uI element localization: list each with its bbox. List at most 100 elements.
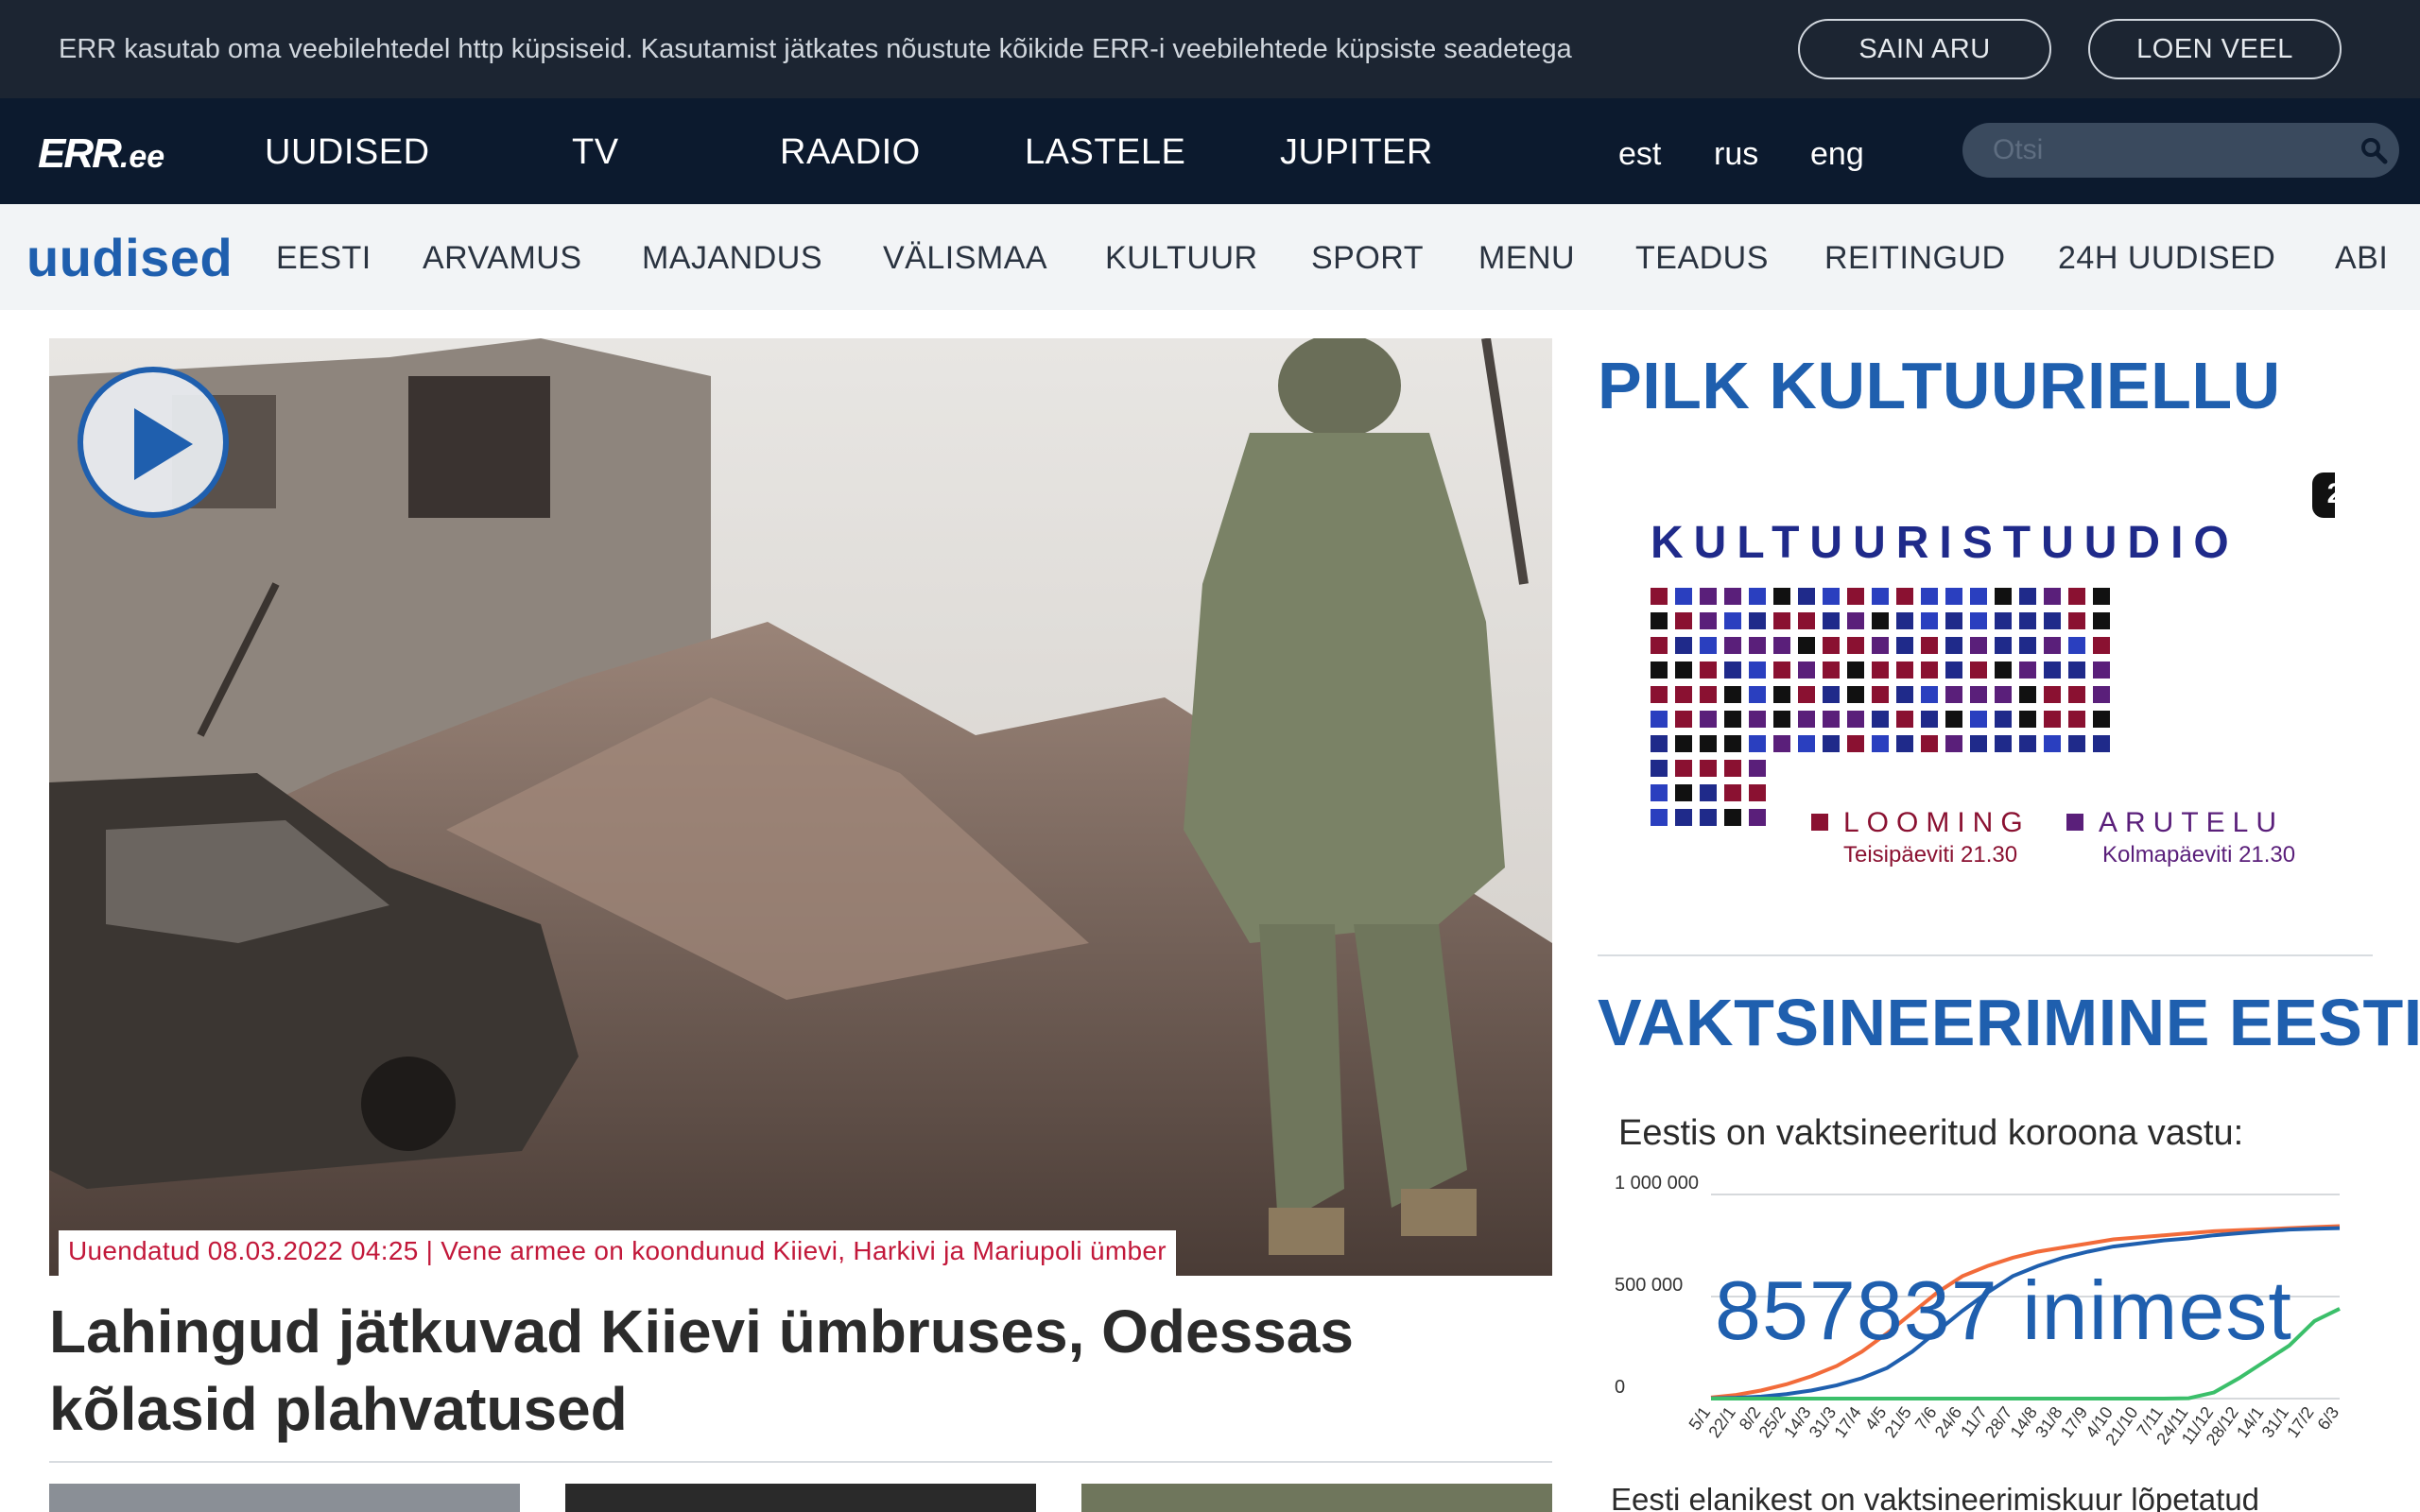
promo-square [1872,637,1889,654]
promo-square [1945,686,1962,703]
nav-raadio[interactable]: RAADIO [780,132,921,173]
subnav-item-teadus[interactable]: TEADUS [1635,240,1769,277]
chart-y-tick-label: 1 000 000 [1615,1173,1699,1194]
promo-square-grid [1651,588,2110,826]
promo-looming-time: Teisipäeviti 21.30 [1843,842,2017,868]
promo-looming: LOOMING [1843,807,2031,838]
subnav-item-abi[interactable]: ABI [2335,240,2388,277]
promo-square [1970,637,1987,654]
chart-x-tick-label: 17/9 [2057,1403,2091,1441]
promo-square [1651,612,1668,629]
promo-square [1823,686,1840,703]
promo-square [1700,784,1717,801]
chart-x-tick-label: 6/3 [2314,1403,2343,1434]
article-update-caption: Uuendatud 08.03.2022 04:25 | Vene armee … [59,1230,1176,1276]
nav-tv[interactable]: TV [572,132,619,173]
culture-section-title[interactable]: PILK KULTUURIELLU [1598,348,2281,423]
promo-square [1872,662,1889,679]
promo-square [2068,612,2085,629]
cookie-bar: ERR kasutab oma veebilehtedel http küpsi… [0,0,2420,98]
promo-square [1872,588,1889,605]
subnav-item-sport[interactable]: SPORT [1311,240,1424,277]
promo-square [1945,735,1962,752]
promo-square [1945,662,1962,679]
subnav-item-arvamus[interactable]: ARVAMUS [423,240,582,277]
promo-square [1970,686,1987,703]
promo-square [1749,711,1766,728]
promo-square [1872,711,1889,728]
kultuuristuudio-promo[interactable]: KULTUURISTUUDIO 2 LOOMING Teisipäeviti 2… [1598,454,2335,898]
accept-cookies-button[interactable]: SAIN ARU [1798,19,2051,79]
promo-square [2019,637,2036,654]
promo-square [1773,711,1790,728]
promo-square [2019,612,2036,629]
search-icon[interactable] [2360,136,2388,164]
promo-square [1675,686,1692,703]
promo-square [1749,760,1766,777]
promo-square [2068,637,2085,654]
promo-square [1995,711,2012,728]
promo-square [1847,637,1864,654]
vaccination-section-title[interactable]: VAKTSINEERIMINE EESTIS [1598,985,2420,1060]
article-thumbnail[interactable] [49,1484,520,1512]
promo-square [2044,711,2061,728]
subnav-item-menu[interactable]: MENU [1478,240,1575,277]
promo-square [1995,637,2012,654]
promo-square [1921,612,1938,629]
nav-uudised[interactable]: UUDISED [265,132,430,173]
article-headline[interactable]: Lahingud jätkuvad Kiievi ümbruses, Odess… [49,1293,1562,1448]
subnav-item-24h-uudised[interactable]: 24H UUDISED [2058,240,2275,277]
promo-square [1847,711,1864,728]
promo-square [1823,662,1840,679]
promo-square [1921,711,1938,728]
article-thumbnail[interactable] [565,1484,1036,1512]
nav-lastele[interactable]: LASTELE [1025,132,1185,173]
section-brand[interactable]: uudised [26,227,233,288]
nav-jupiter[interactable]: JUPITER [1280,132,1433,173]
promo-square [1700,686,1717,703]
search-input[interactable] [1962,123,2399,178]
err-logo[interactable]: ERR .ee [38,130,164,177]
promo-square [1921,686,1938,703]
promo-square [1700,637,1717,654]
promo-square [1675,637,1692,654]
article-thumbnail[interactable] [1081,1484,1552,1512]
promo-square [1675,612,1692,629]
promo-square [2019,686,2036,703]
promo-square [1724,711,1741,728]
logo-main: ERR [38,130,122,177]
chart-x-tick-label: 17/2 [2283,1403,2317,1441]
chart-y-tick-label: 0 [1615,1377,1625,1398]
promo-square [1773,588,1790,605]
promo-square [1749,612,1766,629]
vaccination-footer-text: Eesti elanikest on vaktsineerimiskuur lõ… [1611,1482,2260,1512]
lang-est[interactable]: est [1618,136,1661,173]
subnav-item-eesti[interactable]: EESTI [276,240,372,277]
promo-square [1651,662,1668,679]
promo-square [2044,662,2061,679]
etv2-logo: 2 [2312,472,2335,518]
read-more-button[interactable]: LOEN VEEL [2088,19,2342,79]
promo-square [1724,735,1741,752]
promo-square [1995,662,2012,679]
subnav-item-reitingud[interactable]: REITINGUD [1824,240,2006,277]
promo-square [2093,735,2110,752]
lang-rus[interactable]: rus [1714,136,1758,173]
promo-square [1823,711,1840,728]
svg-text:2: 2 [2327,478,2335,509]
promo-square [1970,711,1987,728]
subnav-item-kultuur[interactable]: KULTUUR [1105,240,1258,277]
promo-square [1749,735,1766,752]
subnav-item-majandus[interactable]: MAJANDUS [642,240,822,277]
play-icon[interactable] [78,367,229,518]
sidebar-divider [1598,954,2373,956]
promo-square [1724,662,1741,679]
promo-square [1921,637,1938,654]
subnav-item-valismaa[interactable]: VÄLISMAA [883,240,1047,277]
vaccination-count: 857837 inimest [1715,1263,2292,1357]
lang-eng[interactable]: eng [1810,136,1864,173]
promo-square [1675,760,1692,777]
hero-article-image[interactable]: Uuendatud 08.03.2022 04:25 | Vene armee … [49,338,1552,1276]
promo-square [2019,588,2036,605]
promo-square [1945,637,1962,654]
